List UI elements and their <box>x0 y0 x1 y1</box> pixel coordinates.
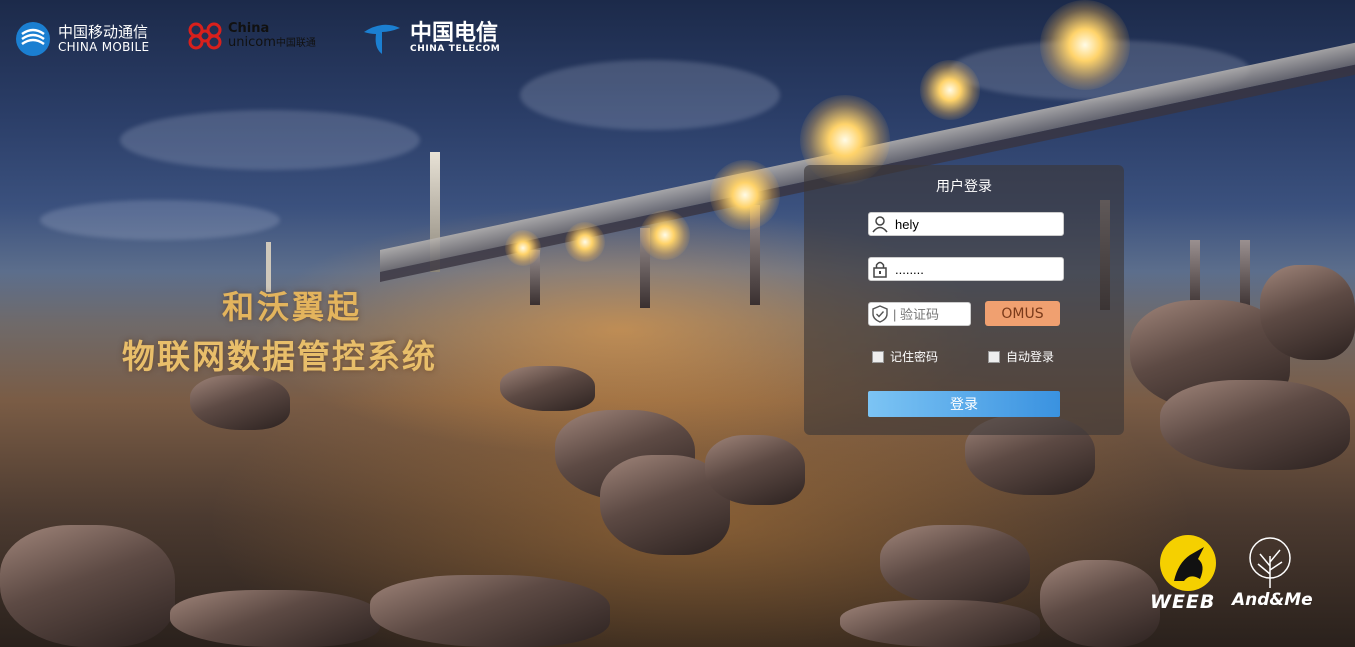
remember-password-label: 记住密码 <box>890 350 939 364</box>
bridge-pillar <box>1240 240 1250 310</box>
weeb-text: WEEB <box>1150 591 1216 613</box>
rock <box>370 575 610 647</box>
china-unicom-en-top: China <box>228 21 270 37</box>
tree-icon <box>1249 537 1291 588</box>
street-lamp <box>565 222 605 262</box>
china-mobile-cn: 中国移动通信 <box>58 22 149 41</box>
login-title: 用户登录 <box>936 179 992 195</box>
background-photo <box>0 0 1355 647</box>
rock <box>705 435 805 505</box>
rock <box>1260 265 1355 360</box>
cloud <box>120 110 420 170</box>
china-unicom-cn: 中国联通 <box>275 38 316 49</box>
captcha-field[interactable] <box>868 302 971 326</box>
login-button[interactable]: 登录 <box>868 391 1060 417</box>
street-lamp <box>920 60 980 120</box>
street-lamp <box>710 160 780 230</box>
username-field[interactable] <box>868 212 1064 236</box>
hero-title-line2: 物联网数据管控系统 <box>122 337 437 376</box>
china-mobile-icon <box>16 22 50 56</box>
lock-icon <box>869 260 891 278</box>
hero-title-line1: 和沃翼起 <box>222 288 363 326</box>
auto-login-checkbox[interactable]: 自动登录 <box>988 348 1054 365</box>
user-icon <box>869 215 891 233</box>
china-unicom-logo: China unicom中国联通 <box>186 20 316 52</box>
andme-text: And&Me <box>1232 590 1313 610</box>
password-input[interactable] <box>891 261 1059 277</box>
street-lamp <box>505 230 541 266</box>
rock <box>880 525 1030 605</box>
username-input[interactable] <box>891 216 1059 232</box>
china-telecom-logo: 中国电信 CHINA TELECOM <box>360 18 500 58</box>
captcha-input[interactable] <box>891 306 965 322</box>
rock <box>1160 380 1350 470</box>
weeb-circle-icon <box>1160 535 1216 591</box>
rock <box>500 366 595 411</box>
rock <box>170 590 380 647</box>
checkbox-box[interactable] <box>988 350 1000 363</box>
china-mobile-logo: 中国移动通信 CHINA MOBILE <box>14 20 149 58</box>
password-field[interactable] <box>868 257 1064 281</box>
china-unicom-en-bottom: unicom <box>228 35 276 50</box>
captcha-image[interactable]: OMUS <box>985 301 1060 326</box>
rock <box>840 600 1040 647</box>
rock <box>190 375 290 430</box>
auto-login-label: 自动登录 <box>1006 350 1055 364</box>
remember-password-checkbox[interactable]: 记住密码 <box>872 348 938 365</box>
china-unicom-icon <box>188 22 222 50</box>
rock <box>1040 560 1160 647</box>
street-lamp <box>1040 0 1130 90</box>
rock <box>0 525 175 647</box>
china-telecom-en: CHINA TELECOM <box>410 43 501 54</box>
cloud <box>40 200 280 240</box>
china-telecom-icon <box>364 24 400 54</box>
china-mobile-en: CHINA MOBILE <box>58 39 150 54</box>
cloud <box>520 60 780 130</box>
login-panel: 用户登录 OMUS 记住密码 自动登录 登录 <box>804 165 1124 435</box>
street-lamp <box>640 210 690 260</box>
shield-icon <box>869 305 891 323</box>
checkbox-box[interactable] <box>872 350 884 363</box>
china-telecom-cn: 中国电信 <box>410 19 499 46</box>
